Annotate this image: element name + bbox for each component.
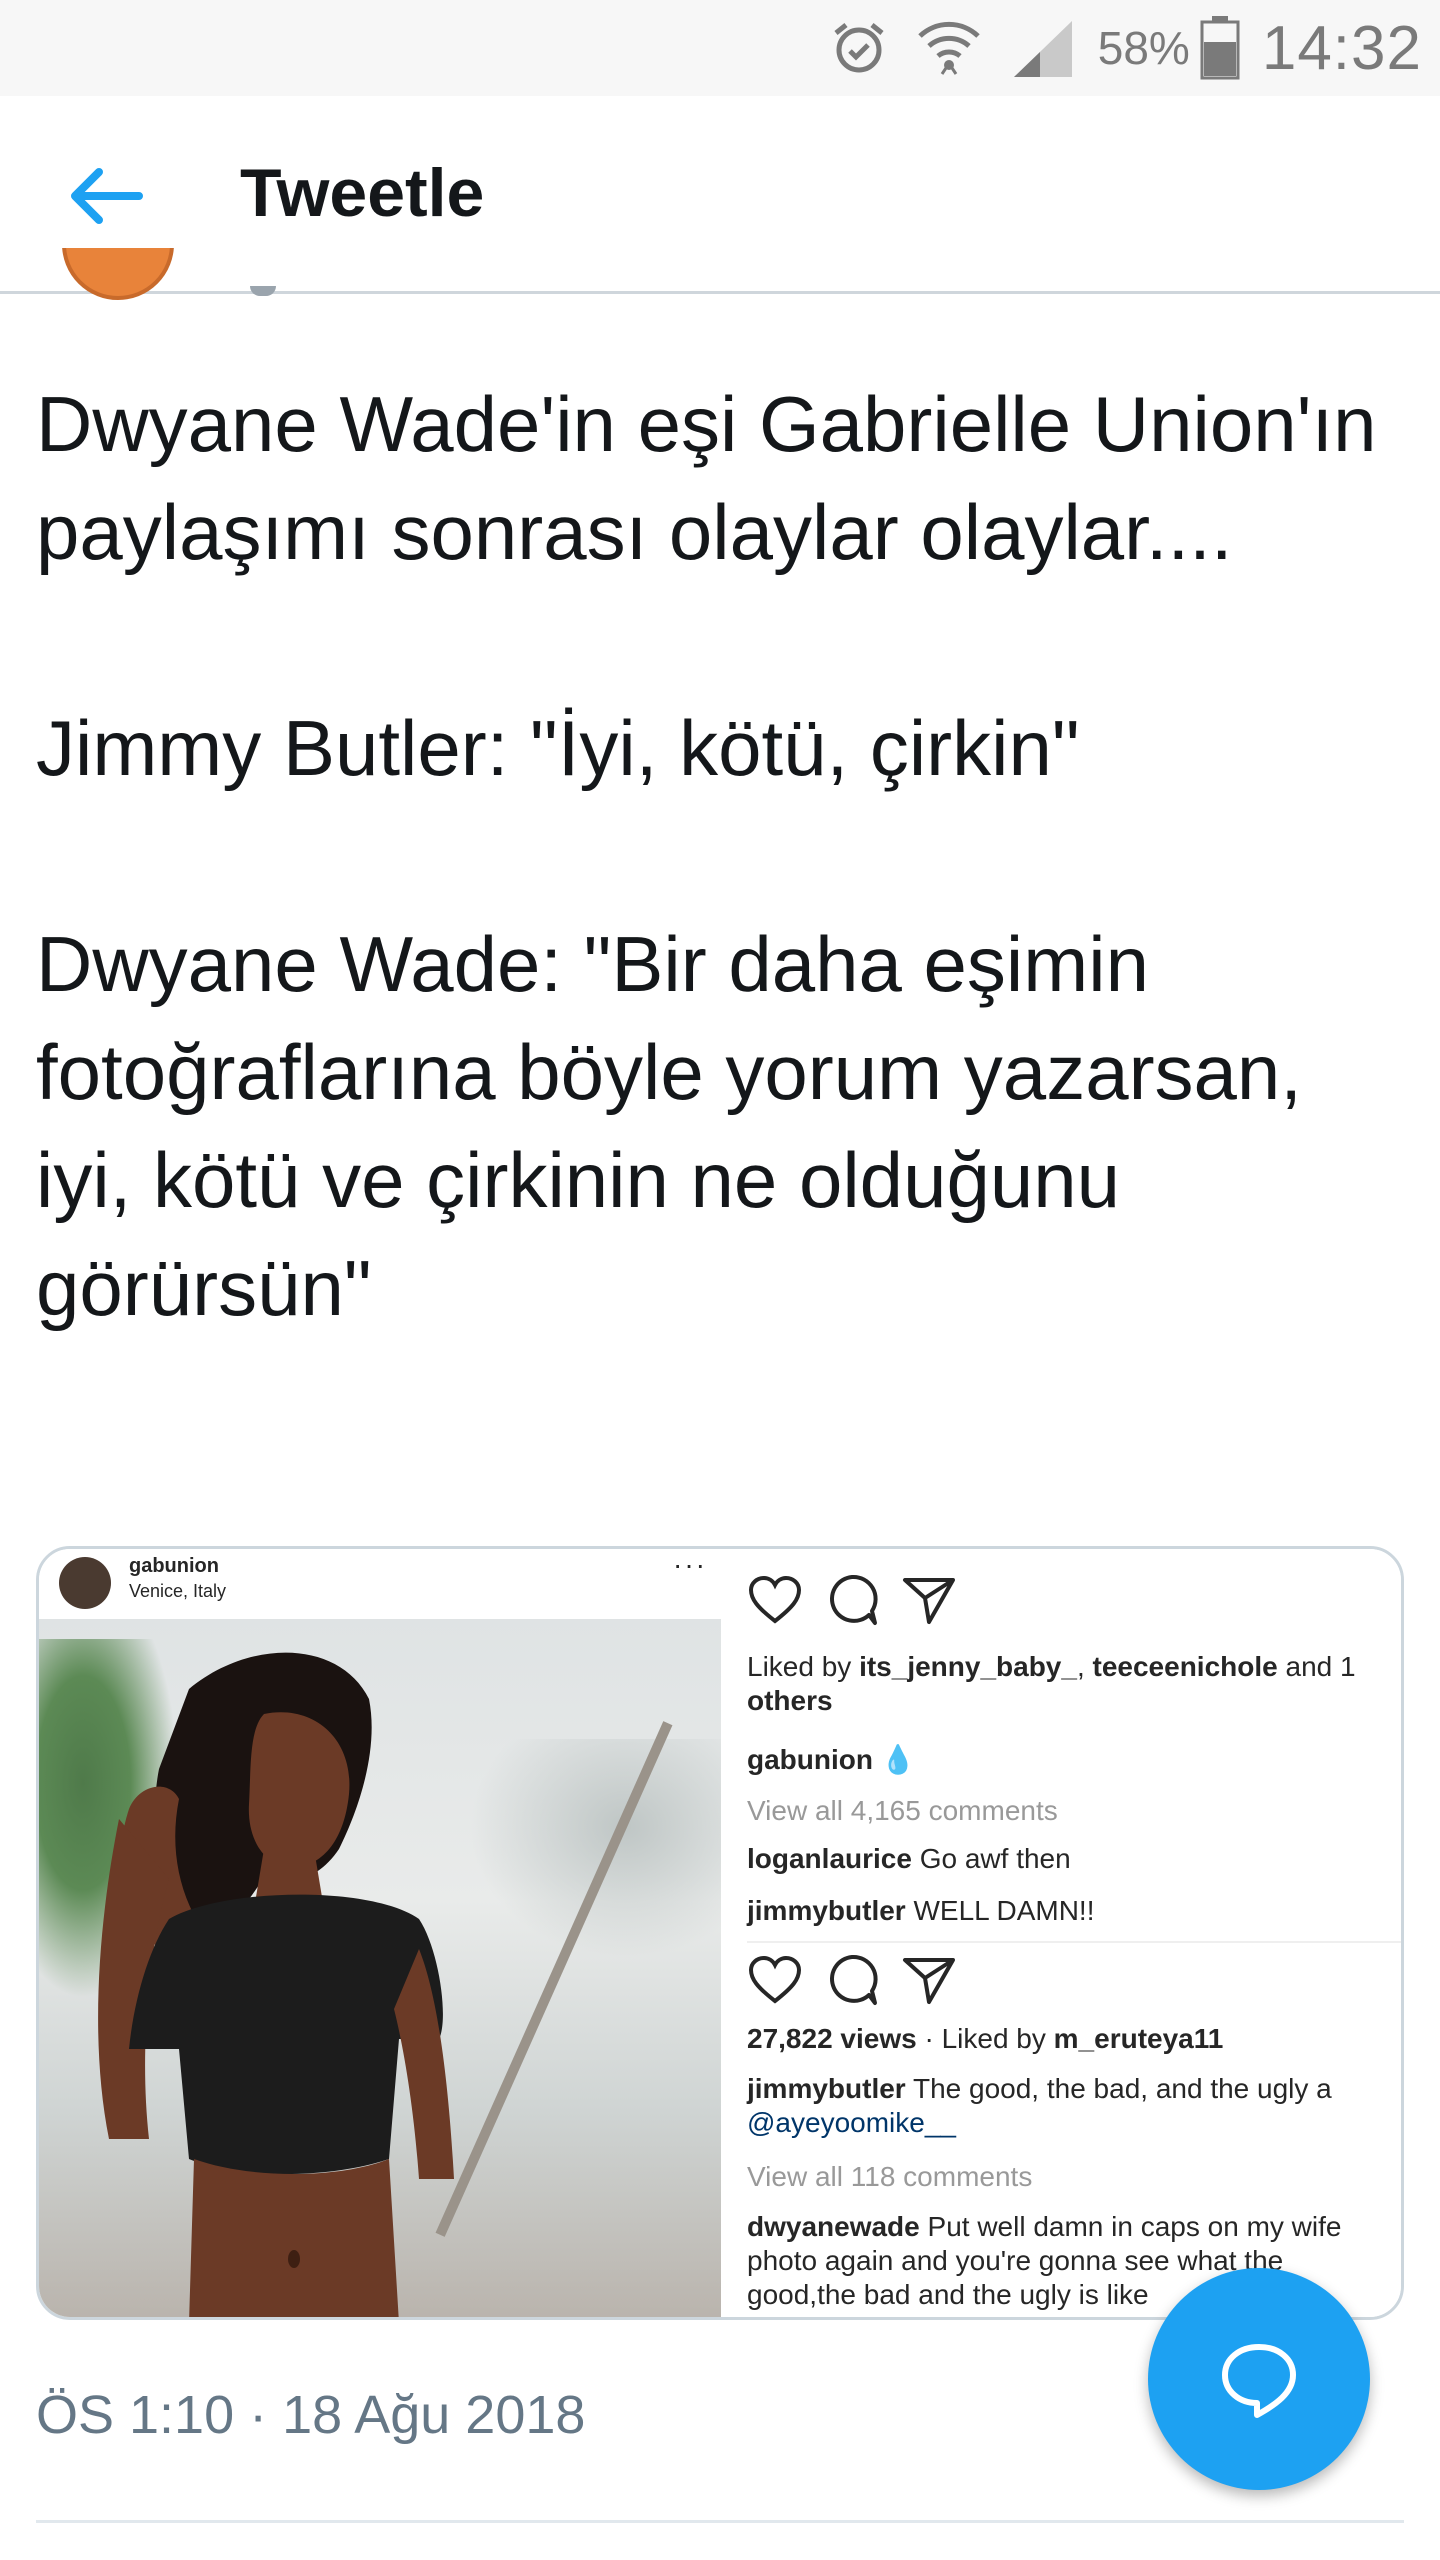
compose-reply-icon (1222, 2344, 1296, 2418)
app-bar: Tweetle (0, 96, 1440, 294)
post-photo (39, 1619, 721, 2317)
comment: loganlaurice Go awf then (747, 1843, 1071, 1874)
heart-icon (747, 1955, 803, 2005)
status-bar: 58% 14:32 (0, 0, 1440, 96)
back-button[interactable] (60, 156, 150, 236)
avatar (59, 1557, 111, 1609)
instagram-comments-panel: Liked by its_jenny_baby_, teeceenichole … (721, 1549, 1401, 2317)
comment-icon (825, 1573, 879, 1627)
comment-continuation: photo again and you're gonna see what th… (747, 2245, 1284, 2276)
tweet-paragraph: Dwyane Wade'in eşi Gabrielle Union'ın pa… (36, 380, 1377, 576)
caption: gabunion 💧 (747, 1744, 916, 1775)
view-comments: View all 118 comments (747, 2161, 1033, 2192)
tweet-paragraph: Dwyane Wade: "Bir daha eşimin fotoğrafla… (36, 920, 1302, 1332)
arrow-left-icon (71, 168, 143, 224)
comment: jimmybutler The good, the bad, and the u… (747, 2073, 1332, 2104)
clock: 14:32 (1261, 13, 1422, 83)
liked-by-others: others (747, 1685, 833, 1716)
heart-icon (747, 1575, 803, 1625)
post-actions (747, 1953, 979, 2007)
signal-icon (1010, 17, 1076, 79)
page-title: Tweetle (240, 155, 485, 231)
reply-fab-button[interactable] (1148, 2268, 1370, 2490)
views-line: 27,822 views · Liked by m_eruteya11 (747, 2023, 1224, 2054)
tweet-paragraph: Jimmy Butler: "İyi, kötü, çirkin" (36, 704, 1080, 792)
verified-badge-edge (250, 286, 276, 296)
instagram-post-header: gabunion Venice, Italy ··· (39, 1549, 721, 1621)
username: gabunion (129, 1555, 219, 1577)
comment: jimmybutler WELL DAMN!! (747, 1895, 1095, 1926)
share-icon (901, 1954, 957, 2006)
water-drop-icon: 💧 (880, 1744, 916, 1775)
alarm-icon (830, 19, 888, 77)
wifi-icon (916, 16, 982, 80)
tweet-media-image[interactable]: gabunion Venice, Italy ··· Liked by its_… (36, 1546, 1404, 2320)
comment-icon (825, 1953, 879, 2007)
liked-by-line: Liked by its_jenny_baby_, teeceenichole … (747, 1651, 1356, 1682)
comment-continuation: good,the bad and the ugly is like (747, 2279, 1149, 2310)
post-actions (747, 1573, 979, 1627)
view-comments: View all 4,165 comments (747, 1795, 1058, 1826)
avatar[interactable] (62, 248, 174, 308)
battery-icon (1200, 16, 1240, 80)
location: Venice, Italy (129, 1581, 227, 1601)
mention: @ayeyoomike__ (747, 2107, 956, 2138)
tweet-timestamp: ÖS 1:10 · 18 Ağu 2018 (36, 2385, 586, 2445)
more-icon: ··· (673, 1549, 707, 1580)
divider (36, 2520, 1404, 2523)
tweet-text: Dwyane Wade'in eşi Gabrielle Union'ın pa… (36, 370, 1416, 1342)
battery-percent: 58% (1097, 22, 1190, 74)
comment: dwyanewade Put well damn in caps on my w… (747, 2211, 1342, 2242)
share-icon (901, 1574, 957, 1626)
